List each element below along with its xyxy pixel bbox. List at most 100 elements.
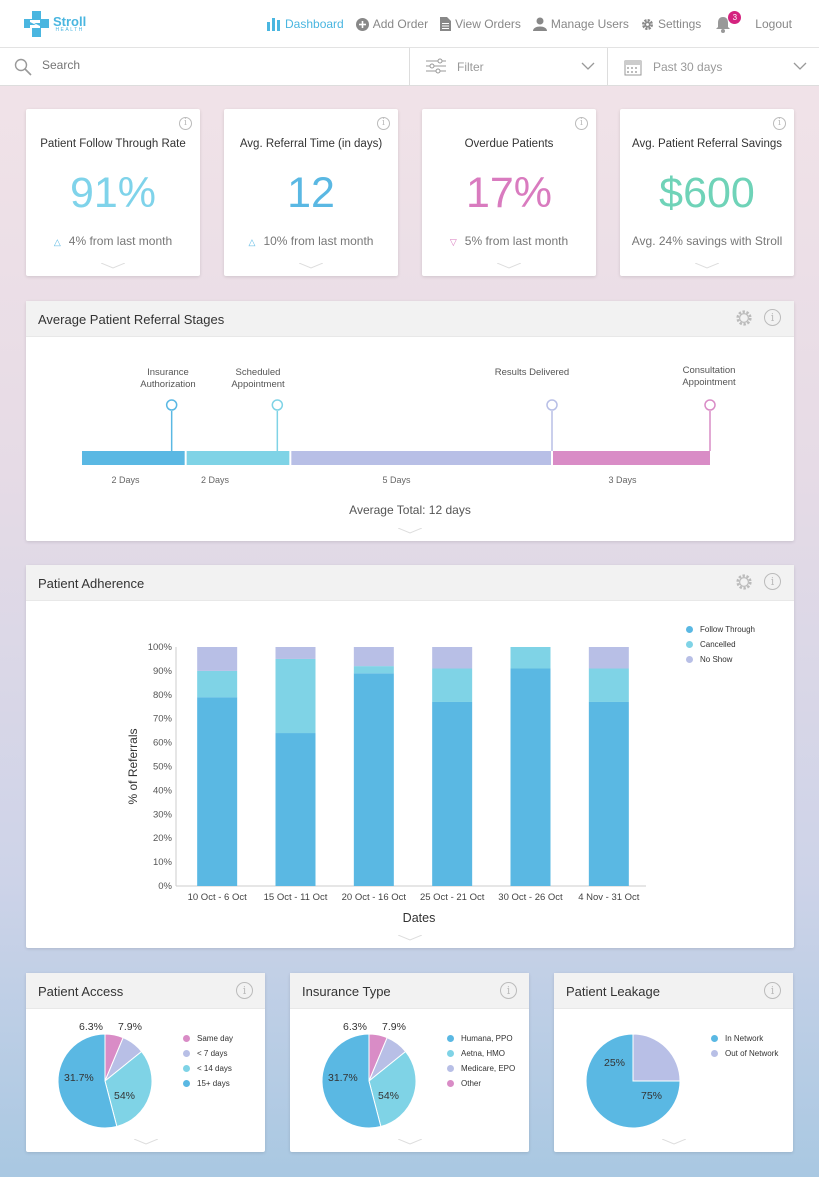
legend-item[interactable]: Cancelled <box>686 637 755 652</box>
legend-swatch <box>183 1080 190 1087</box>
search-input[interactable] <box>42 58 342 72</box>
chart-legend: Same day < 7 days < 14 days 15+ days <box>183 1031 233 1091</box>
filter-dropdown[interactable]: Filter <box>410 48 608 85</box>
nav-settings[interactable]: Settings <box>641 17 701 31</box>
bar-segment <box>197 670 238 698</box>
info-icon[interactable]: i <box>179 117 192 130</box>
logout-link[interactable]: Logout <box>755 17 792 31</box>
legend-swatch <box>183 1050 190 1057</box>
legend-item[interactable]: Same day <box>183 1031 233 1046</box>
stat-value: $600 <box>659 169 755 217</box>
user-icon <box>532 17 547 31</box>
stat-title: Avg. Patient Referral Savings <box>631 138 782 150</box>
legend-swatch <box>447 1065 454 1072</box>
legend-item[interactable]: Medicare, EPO <box>447 1061 515 1076</box>
bar-segment <box>353 673 394 886</box>
legend-item[interactable]: Aetna, HMO <box>447 1046 515 1061</box>
x-tick-label: 25 Oct - 21 Oct <box>420 892 485 903</box>
pie-slice-label: 75% <box>641 1090 663 1102</box>
timeline-segment <box>291 451 551 465</box>
y-tick-label: 80% <box>153 690 173 701</box>
chevron-down-icon[interactable] <box>695 263 719 269</box>
pie-slice <box>632 1033 681 1082</box>
legend-label: Aetna, HMO <box>461 1049 506 1058</box>
stat-trend-text: 4% from last month <box>68 234 173 248</box>
stat-title: Avg. Referral Time (in days) <box>239 138 383 150</box>
nav-dashboard-label: Dashboard <box>285 17 344 31</box>
milestone-marker <box>546 399 558 411</box>
legend-item[interactable]: Humana, PPO <box>447 1031 515 1046</box>
search-icon <box>14 58 32 76</box>
main-nav: Dashboard Add Order View Orders Manage U… <box>267 0 819 48</box>
notifications-button[interactable]: 3 <box>715 10 742 33</box>
chevron-down-icon[interactable] <box>101 263 125 269</box>
legend-item[interactable]: Follow Through <box>686 622 755 637</box>
bar-segment <box>588 668 629 702</box>
bar-segment <box>510 668 551 886</box>
info-icon[interactable]: i <box>377 117 390 130</box>
plus-circle-icon <box>355 17 369 31</box>
legend-swatch <box>686 656 693 663</box>
chevron-down-icon <box>581 62 595 70</box>
pie-slice-label: 54% <box>114 1090 136 1102</box>
document-icon <box>440 17 452 31</box>
legend-label: Humana, PPO <box>461 1034 513 1043</box>
bar-segment <box>197 647 238 671</box>
date-range-dropdown[interactable]: Past 30 days <box>608 48 819 85</box>
stat-trend: Avg. 24% savings with Stroll <box>620 234 794 248</box>
milestone-marker <box>704 399 716 411</box>
legend-item[interactable]: 15+ days <box>183 1076 233 1091</box>
average-total: Average Total: 12 days <box>349 503 471 517</box>
chevron-down-icon[interactable] <box>661 1139 686 1145</box>
legend-item[interactable]: In Network <box>711 1031 778 1046</box>
chevron-down-icon[interactable] <box>133 1139 158 1145</box>
legend-swatch <box>447 1035 454 1042</box>
sliders-icon <box>426 58 446 74</box>
gear-icon <box>641 18 653 30</box>
chevron-down-icon[interactable] <box>397 1139 422 1145</box>
chevron-down-icon[interactable] <box>299 263 323 269</box>
nav-manage-users[interactable]: Manage Users <box>532 17 629 31</box>
legend-item[interactable]: < 14 days <box>183 1061 233 1076</box>
legend-swatch <box>711 1035 718 1042</box>
legend-item[interactable]: Out of Network <box>711 1046 778 1061</box>
legend-label: Same day <box>197 1034 234 1043</box>
patient-adherence-panel: Patient Adherence i 0% 10% 20% 30% 40% 50% 60%… <box>26 565 794 948</box>
legend-swatch <box>447 1050 454 1057</box>
filter-label: Filter <box>457 60 484 74</box>
chart-legend: Humana, PPO Aetna, HMO Medicare, EPO Oth… <box>447 1031 515 1091</box>
nav-add-order[interactable]: Add Order <box>355 17 428 31</box>
trend-up-icon: △ <box>248 237 256 247</box>
nav-view-orders-label: View Orders <box>455 17 521 31</box>
legend-swatch <box>686 626 693 633</box>
date-range-label: Past 30 days <box>653 60 723 74</box>
bar-segment <box>197 697 238 886</box>
legend-swatch <box>447 1080 454 1087</box>
brand-subtitle: HEALTH <box>55 27 84 33</box>
info-icon[interactable]: i <box>575 117 588 130</box>
pie-slice-label: 7.9% <box>118 1021 142 1033</box>
bar-segment <box>353 666 394 674</box>
chevron-down-icon[interactable] <box>497 263 521 269</box>
info-icon[interactable]: i <box>773 117 786 130</box>
legend-item[interactable]: < 7 days <box>183 1046 233 1061</box>
nav-view-orders[interactable]: View Orders <box>440 17 521 31</box>
chevron-down-icon[interactable] <box>398 528 422 534</box>
bar-segment <box>432 701 473 886</box>
stat-card-referral-time: i Avg. Referral Time (in days) 12 △ 10% f… <box>224 109 398 276</box>
insurance-type-panel: Insurance Type i 6.3% 7.9% 31.7% 54% Hum… <box>290 973 529 1152</box>
bar-segment <box>275 733 316 886</box>
nav-dashboard[interactable]: Dashboard <box>267 17 344 31</box>
x-tick-label: 30 Oct - 26 Oct <box>498 892 563 903</box>
chevron-down-icon[interactable] <box>398 935 422 941</box>
legend-label: No Show <box>700 655 733 664</box>
legend-item[interactable]: Other <box>447 1076 515 1091</box>
milestone-marker <box>271 399 284 411</box>
legend-item[interactable]: No Show <box>686 652 755 667</box>
trend-down-icon: ▽ <box>449 237 457 247</box>
x-tick-label: 10 Oct - 6 Oct <box>188 892 247 903</box>
pie-slice-label: 6.3% <box>343 1021 367 1033</box>
notification-badge: 3 <box>728 10 742 24</box>
stroll-logo[interactable]: Stroll HEALTH <box>24 10 86 38</box>
y-tick-label: 90% <box>153 666 173 677</box>
